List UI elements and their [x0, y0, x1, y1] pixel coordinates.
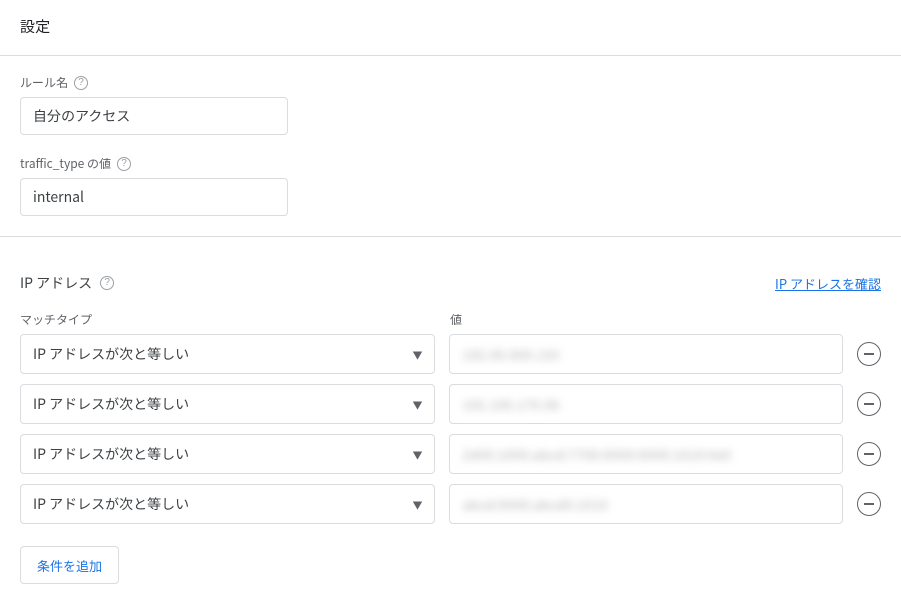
traffic-type-label: traffic_type の値: [20, 155, 111, 172]
match-type-value: IP アドレスが次と等しい: [33, 444, 189, 464]
remove-row-button[interactable]: [857, 392, 881, 416]
ip-value: 192.100.170.06: [462, 395, 559, 414]
chevron-down-icon: ▼: [412, 497, 422, 512]
match-type-value: IP アドレスが次と等しい: [33, 494, 189, 514]
remove-row-button[interactable]: [857, 442, 881, 466]
match-type-select[interactable]: IP アドレスが次と等しい ▼: [20, 434, 435, 474]
ip-value: abcd:0000:abcd0:1010: [462, 495, 607, 514]
ip-row: IP アドレスが次と等しい ▼ 192.100.170.06: [20, 384, 881, 424]
remove-row-button[interactable]: [857, 342, 881, 366]
ip-row: IP アドレスが次と等しい ▼ 2400:1000:abcd:7700:0000…: [20, 434, 881, 474]
match-type-select[interactable]: IP アドレスが次と等しい ▼: [20, 334, 435, 374]
match-type-col-label: マッチタイプ: [20, 311, 436, 328]
chevron-down-icon: ▼: [412, 447, 422, 462]
help-icon[interactable]: ?: [100, 276, 114, 290]
match-type-select[interactable]: IP アドレスが次と等しい ▼: [20, 484, 435, 524]
add-condition-button[interactable]: 条件を追加: [20, 546, 119, 584]
ip-value-input[interactable]: 192.100.170.06: [449, 384, 843, 424]
rule-name-value: 自分のアクセス: [33, 106, 130, 126]
page-title: 設定: [20, 16, 881, 37]
ip-row: IP アドレスが次と等しい ▼ abcd:0000:abcd0:1010: [20, 484, 881, 524]
value-col-label: 値: [450, 311, 844, 328]
traffic-type-input[interactable]: internal: [20, 178, 288, 216]
ip-section-header: IP アドレス: [20, 273, 92, 293]
ip-row: IP アドレスが次と等しい ▼ 192.00.000.155: [20, 334, 881, 374]
ip-value: 2400:1000:abcd:7700:0000:0000:1010:0e0: [462, 445, 731, 464]
chevron-down-icon: ▼: [412, 397, 422, 412]
ip-value: 192.00.000.155: [462, 345, 559, 364]
match-type-value: IP アドレスが次と等しい: [33, 394, 189, 414]
remove-row-button[interactable]: [857, 492, 881, 516]
ip-value-input[interactable]: 2400:1000:abcd:7700:0000:0000:1010:0e0: [449, 434, 843, 474]
rule-name-label: ルール名: [20, 74, 68, 91]
chevron-down-icon: ▼: [412, 347, 422, 362]
match-type-value: IP アドレスが次と等しい: [33, 344, 189, 364]
ip-value-input[interactable]: abcd:0000:abcd0:1010: [449, 484, 843, 524]
rule-name-input[interactable]: 自分のアクセス: [20, 97, 288, 135]
ip-value-input[interactable]: 192.00.000.155: [449, 334, 843, 374]
help-icon[interactable]: ?: [74, 76, 88, 90]
help-icon[interactable]: ?: [117, 157, 131, 171]
verify-ip-link[interactable]: IP アドレスを確認: [775, 274, 881, 293]
divider: [0, 236, 901, 237]
traffic-type-value: internal: [33, 187, 84, 207]
match-type-select[interactable]: IP アドレスが次と等しい ▼: [20, 384, 435, 424]
